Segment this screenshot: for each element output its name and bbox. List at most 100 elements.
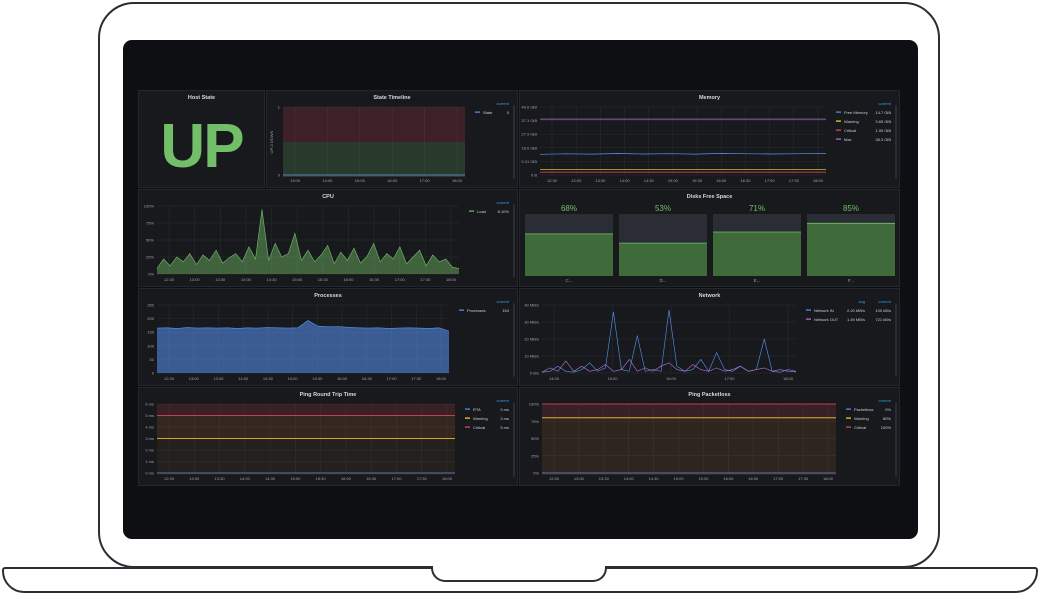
legend-header: current [497, 299, 510, 304]
y-axis-label: UP-0 DOWN [269, 130, 274, 153]
legend-scrollbar [513, 105, 515, 179]
legend-swatch [836, 138, 841, 140]
legend-label: Warning [473, 416, 488, 421]
y-tick-label: 18.6 GiB [521, 145, 537, 150]
x-tick-label: 14:30 [265, 476, 276, 481]
host-state-panel[interactable]: Host State UP [138, 90, 265, 188]
x-tick-label: 14:00 [238, 376, 249, 381]
x-tick-label: 15:30 [316, 476, 327, 481]
x-tick-label: 17:00 [391, 476, 402, 481]
y-tick-label: 1 [278, 105, 281, 110]
x-tick-label: 13:00 [574, 476, 585, 481]
x-tick-label: 15:30 [698, 476, 709, 481]
chart-svg: 1 0 13:00 14:00 15:00 16:00 17:00 18:00 current S… [269, 101, 515, 183]
legend-label: Critical [854, 425, 866, 430]
x-tick-label: 16:00 [343, 277, 354, 282]
legend-swatch [836, 120, 841, 122]
x-tick-label: 15:00 [288, 376, 299, 381]
ping-packetloss-panel[interactable]: Ping Packetloss 100% 75% 50% 25% 0% 12:30 13:0… [519, 387, 900, 486]
legend-label: Network IN [814, 308, 834, 313]
x-tick-label: 16:30 [369, 277, 380, 282]
cpu-panel[interactable]: CPU 100% 75% 50% 25% 0% 12:30 13:00 13:30 14:00 1… [138, 189, 518, 287]
y-tick-label: 37.3 GiB [521, 118, 537, 123]
y-tick-label: 50% [531, 436, 539, 441]
processes-panel[interactable]: Processes 250 200 150 100 50 0 12:30 13:00 13:30… [138, 288, 518, 386]
y-tick-label: 6 ms [145, 402, 154, 407]
y-tick-label: 0 B [531, 173, 537, 178]
memory-panel[interactable]: Memory 46.6 GiB 37.3 GiB 27.9 GiB 18.6 GiB 9… [519, 90, 900, 188]
disk-bar [713, 231, 801, 276]
x-tick-label: 17:00 [773, 476, 784, 481]
y-tick-label: 50 [150, 357, 155, 362]
y-tick-label: 150 [147, 330, 154, 335]
legend-scrollbar [513, 303, 515, 377]
y-tick-label: 0 [152, 371, 155, 376]
legend-swatch [846, 417, 851, 419]
x-tick-label: 17:30 [789, 178, 800, 183]
y-tick-label: 10 MB/s [524, 354, 539, 359]
x-tick-label: 14:00 [620, 178, 631, 183]
x-tick-label: 13:00 [189, 376, 200, 381]
legend-current: 38.3 GiB [875, 137, 891, 142]
legend-swatch [465, 408, 470, 410]
chart-svg: 100% 75% 50% 25% 0% 12:30 13:00 13:30 14:00 14:30… [144, 200, 515, 282]
x-tick-label: 17:30 [411, 376, 422, 381]
y-tick-label: 0 B/s [530, 371, 539, 376]
chart-svg: 40 MB/s 30 MB/s 20 MB/s 10 MB/s 0 B/s 14:00 15… [524, 299, 897, 381]
series-area [157, 209, 459, 274]
threshold-band [283, 142, 465, 177]
legend-swatch [806, 309, 811, 311]
y-tick-label: 0% [148, 272, 154, 277]
legend-label: RTA [473, 407, 481, 412]
panel-title: Host State [187, 95, 216, 101]
x-tick-label: 14:00 [240, 476, 251, 481]
x-tick-label: 17:00 [395, 277, 406, 282]
legend-current: 0 ms [500, 407, 509, 412]
legend-swatch [465, 426, 470, 428]
y-tick-label: 40 MB/s [524, 303, 539, 308]
y-tick-label: 4 ms [145, 425, 154, 430]
legend-swatch [469, 210, 474, 212]
x-tick-label: 14:00 [549, 376, 560, 381]
y-tick-label: 100 [147, 343, 154, 348]
x-tick-label: 18:00 [452, 178, 463, 183]
x-tick-label: 15:00 [292, 277, 303, 282]
y-tick-label: 250 [147, 303, 154, 308]
x-tick-label: 18:00 [813, 178, 824, 183]
dashboard-screen: Host State UP State Timeline 1 0 13:00 14:0… [123, 40, 918, 539]
legend-header: current [497, 101, 510, 106]
y-tick-label: 46.6 GiB [521, 105, 537, 110]
disks-free-space-panel[interactable]: Disks Free Space 68% 53% 71% 85% C... D.… [519, 189, 900, 287]
legend-swatch [465, 417, 470, 419]
x-tick-label: 14:00 [624, 476, 635, 481]
disk-f-label: F... [847, 278, 854, 283]
legend-header: avg [859, 299, 865, 304]
y-tick-label: 50% [146, 238, 154, 243]
y-tick-label: 3 ms [145, 436, 154, 441]
laptop-notch [431, 566, 607, 582]
y-tick-label: 1 ms [145, 459, 154, 464]
legend-label: Critical [844, 128, 856, 133]
network-panel[interactable]: Network 40 MB/s 30 MB/s 20 MB/s 10 MB/s 0 B/… [519, 288, 900, 386]
legend-header: current [879, 101, 892, 106]
legend-current: 100% [881, 425, 892, 430]
x-tick-label: 12:30 [547, 178, 558, 183]
host-state-value: UP [160, 112, 244, 181]
legend-current: 14.7 GiB [875, 110, 891, 115]
x-tick-label: 14:30 [649, 476, 660, 481]
x-tick-label: 13:00 [290, 178, 301, 183]
legend-current: 100 kB/s [875, 308, 891, 313]
x-tick-label: 17:30 [417, 476, 428, 481]
x-tick-label: 16:00 [387, 178, 398, 183]
legend-label: Max [844, 137, 852, 142]
legend-header: current [497, 398, 510, 403]
state-timeline-panel[interactable]: State Timeline 1 0 13:00 14:00 15:00 16:00 17:… [266, 90, 518, 188]
x-tick-label: 15:00 [355, 178, 366, 183]
x-tick-label: 13:00 [571, 178, 582, 183]
legend-label: Network OUT [814, 317, 839, 322]
legend-current: 154 [502, 308, 509, 313]
x-tick-label: 12:30 [549, 476, 560, 481]
threshold-band [157, 415, 455, 440]
legend-swatch [475, 111, 480, 113]
ping-rtt-panel[interactable]: Ping Round Trip Time 6 ms 5 ms 4 ms 3 ms 2 m… [138, 387, 518, 486]
